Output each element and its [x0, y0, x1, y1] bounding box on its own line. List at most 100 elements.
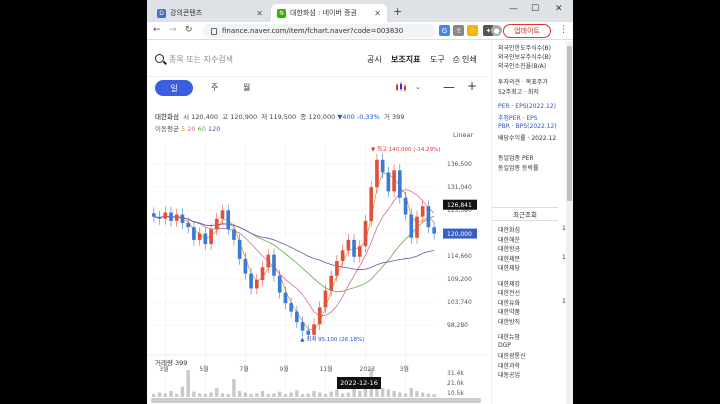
price-tags: 126,841 120,000 [443, 199, 477, 239]
tab-naver-finance[interactable]: N 대한화섬 : 네이버 증권 ✕ [271, 4, 387, 22]
volume-bar [237, 391, 242, 397]
volume-bar [152, 394, 156, 397]
close-tab-icon[interactable]: ✕ [374, 9, 381, 18]
candle-body [295, 311, 299, 323]
google-icon[interactable]: G [439, 25, 450, 36]
recent-item[interactable]: 대한전선 [498, 288, 520, 297]
reload-icon[interactable]: ↻ [185, 25, 193, 35]
period-week-tab[interactable]: 주 [211, 82, 218, 93]
volume-bar [329, 391, 333, 397]
new-tab-button[interactable]: + [393, 5, 402, 18]
sidebar-sector-per: 동일업종 PER [498, 155, 534, 162]
candle-type-icon[interactable] [395, 82, 407, 92]
candle-body [220, 210, 225, 219]
volume-bar [295, 390, 299, 397]
moving-average-legend[interactable]: 이동평균 5 20 60 120 [155, 123, 220, 133]
period-selector: 일 주 월 [147, 77, 487, 101]
x-axis-labels: 3월 5월 7월 9월 11월 2023 3월 [159, 365, 409, 373]
kebab-menu-icon[interactable]: ⋮ [559, 25, 568, 35]
volume-bar [209, 392, 213, 397]
chevron-down-icon[interactable]: ⌄ [415, 83, 421, 91]
recent-item[interactable]: 대한해운 [498, 235, 520, 244]
volume-bar [215, 388, 219, 397]
address-bar-row: ← → ↻ finance.naver.com/item/fchart.nave… [147, 22, 573, 40]
url-field[interactable]: finance.naver.com/item/fchart.naver?code… [203, 24, 435, 38]
volume-value: 399 [392, 113, 405, 121]
forward-icon[interactable]: → [169, 25, 177, 35]
sidebar-est-per[interactable]: 추정PER · EPS [498, 113, 538, 122]
candle-body [432, 227, 436, 234]
ma-5: 5 [181, 125, 186, 133]
volume-tick-label: 10.5k [447, 390, 464, 397]
candle-body [209, 229, 213, 245]
menu-indicators[interactable]: 보조지표 [391, 54, 420, 65]
stock-search-input[interactable]: 종목 또는 지수검색 [169, 54, 233, 65]
y-tick-label: 109,200 [447, 276, 472, 283]
horizontal-scrollbar[interactable] [151, 398, 481, 403]
candle-body [254, 279, 259, 289]
print-button[interactable]: ⎙ 인쇄 [453, 54, 477, 65]
sidebar-per-eps[interactable]: PER · EPS(2022.12) [498, 103, 556, 110]
volume-bar [226, 394, 230, 397]
sidebar-pbr-bps[interactable]: PBR · BPS(2022.12) [498, 123, 557, 130]
volume-bar [163, 393, 168, 397]
price-chart[interactable]: 136,500131,040125,580120,120114,660109,2… [147, 141, 487, 399]
recent-item[interactable]: 대한항공 [498, 244, 520, 253]
volume-bar [289, 392, 293, 397]
volume-bar [169, 391, 173, 397]
recent-item[interactable]: 대한제강 [498, 279, 520, 288]
minimize-button[interactable]: — [509, 4, 518, 14]
back-icon[interactable]: ← [153, 25, 161, 35]
zoom-in-button[interactable]: + [467, 79, 477, 93]
recent-item[interactable]: 대한약품 [498, 307, 520, 316]
candle-body [329, 275, 334, 291]
vertical-scrollbar-thumb[interactable] [567, 46, 572, 201]
volume-bar [300, 394, 305, 397]
recent-item[interactable]: 대한뉴팜 [498, 332, 520, 341]
zoom-out-button[interactable]: — [443, 80, 455, 94]
share-icon[interactable]: ⇪ [453, 25, 464, 36]
candle-body [346, 239, 351, 251]
tab-lecture-content[interactable]: D 강의콘텐츠 ✕ [151, 4, 269, 22]
period-month-tab[interactable]: 월 [243, 82, 250, 93]
candle-body [420, 206, 425, 217]
ma-line [153, 172, 435, 331]
open-label: 시 [183, 113, 190, 121]
close-window-button[interactable]: ✕ [555, 4, 563, 14]
menu-tools[interactable]: 도구 [430, 54, 445, 65]
sidebar-opinion: 투자의견 · 목표주가 [498, 79, 548, 86]
candle-body [375, 159, 379, 188]
update-button[interactable]: 업데이트 [503, 24, 551, 38]
low-value: 119,500 [269, 113, 297, 121]
recent-item[interactable]: 대한제분 [498, 254, 520, 263]
close-tab-icon[interactable]: ✕ [256, 9, 263, 18]
candle-body [152, 213, 156, 217]
open-value: 120,400 [191, 113, 219, 121]
recent-item[interactable]: 대한과학 [498, 361, 520, 370]
x-tick-label: 7월 [239, 365, 248, 373]
recent-item[interactable]: 대동공업 [498, 370, 520, 379]
recent-item[interactable]: 대한제당 [498, 263, 520, 272]
period-day-tab[interactable]: 일 [155, 80, 193, 96]
y-axis-labels: 136,500131,040125,580120,120114,660109,2… [447, 161, 472, 329]
profile-avatar-icon[interactable]: ● [491, 25, 502, 36]
recent-item[interactable]: 대한유화 [498, 298, 520, 307]
recent-item[interactable]: DGP [498, 342, 511, 349]
candle-body [266, 254, 271, 268]
x-tick-label: 5월 [199, 365, 208, 373]
candle-body [409, 214, 414, 238]
menu-disclosure[interactable]: 공시 [367, 54, 382, 65]
candle-body [426, 206, 431, 228]
search-icon[interactable] [155, 54, 164, 63]
recent-item[interactable]: 대한광통신 [498, 351, 526, 360]
scale-selector[interactable]: Linear [453, 131, 473, 139]
volume-bar [386, 389, 391, 397]
bookmark-star-icon[interactable]: ☆ [467, 25, 478, 36]
volume-bar [186, 370, 190, 397]
recent-item[interactable]: 대한화섬 [498, 225, 520, 234]
chart-toolbar: 종목 또는 지수검색 공시 보조지표 도구 ⎙ 인쇄 [147, 41, 487, 77]
maximize-button[interactable]: ☐ [531, 4, 539, 14]
high-value: 120,900 [230, 113, 258, 121]
recent-item[interactable]: 대한방직 [498, 317, 520, 326]
crosshair-date-label: 2022-12-16 [337, 377, 381, 389]
